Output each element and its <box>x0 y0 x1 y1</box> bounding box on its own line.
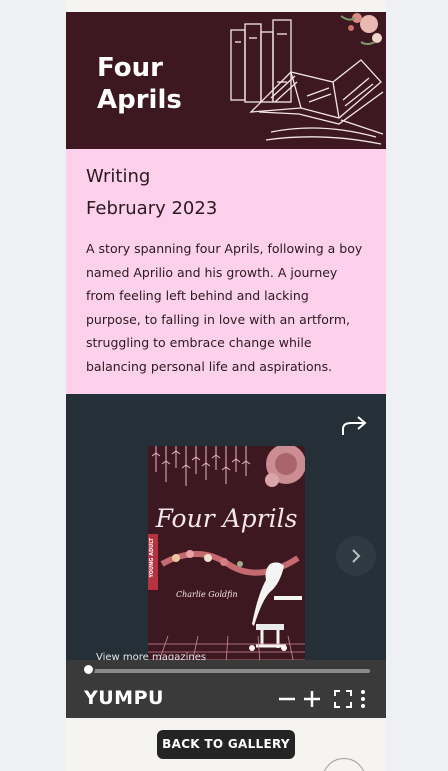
project-info: Writing February 2023 A story spanning f… <box>66 149 386 394</box>
cover-artwork <box>148 446 305 664</box>
yumpu-logo[interactable]: YUMPU <box>84 687 164 709</box>
project-date: February 2023 <box>86 198 218 219</box>
cover-genre-tab: YOUNG ADULT <box>148 534 158 590</box>
cover-author: Charlie Goldfin <box>176 590 238 599</box>
cover-genre-label: YOUNG ADULT <box>149 538 155 578</box>
magazine-cover[interactable]: Four Aprils YOUNG ADULT Charlie Goldfin <box>148 446 305 664</box>
hero-title: Four Aprils <box>97 53 182 115</box>
cover-title: Four Aprils <box>155 504 298 533</box>
zoom-out-icon[interactable] <box>276 688 298 710</box>
project-category: Writing <box>86 166 151 187</box>
page-progress-track[interactable] <box>88 669 370 673</box>
hero-banner: Four Aprils <box>66 12 386 149</box>
fullscreen-icon[interactable] <box>332 688 354 710</box>
more-vertical-icon[interactable] <box>358 688 368 710</box>
chevron-right-icon <box>352 549 361 563</box>
scroll-top-button[interactable] <box>322 758 366 771</box>
viewer-toolbar: YUMPU <box>66 660 386 718</box>
next-page-button[interactable] <box>336 536 376 576</box>
project-description: A story spanning four Aprils, following … <box>86 241 363 374</box>
back-to-gallery-button[interactable]: BACK TO GALLERY <box>157 730 295 759</box>
page-progress-knob[interactable] <box>82 663 95 676</box>
share-icon[interactable] <box>340 414 368 438</box>
open-book-illustration <box>230 13 384 145</box>
zoom-in-icon[interactable] <box>301 688 323 710</box>
top-strip <box>66 0 386 12</box>
page-container: Four Aprils Writing February 2023 A stor… <box>66 0 386 771</box>
